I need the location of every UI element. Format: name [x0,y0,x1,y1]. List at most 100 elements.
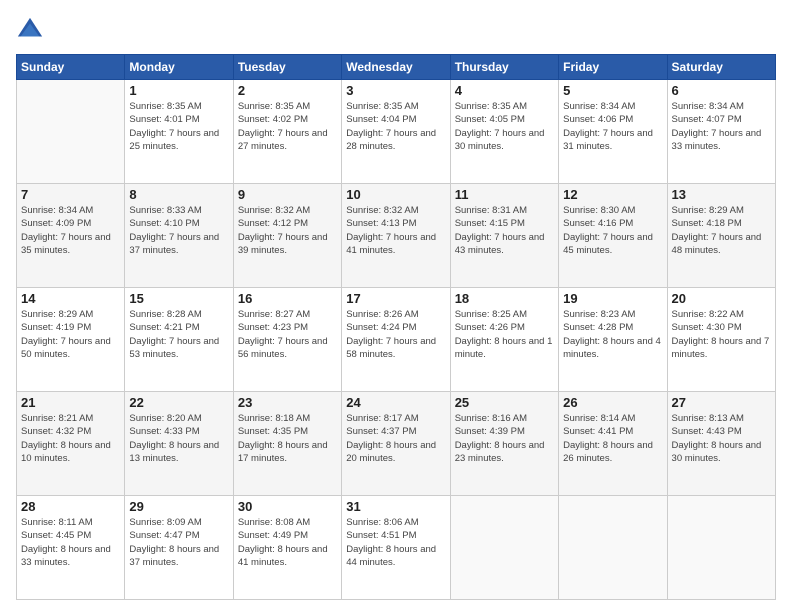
day-number: 11 [455,187,554,202]
calendar-cell: 27 Sunrise: 8:13 AMSunset: 4:43 PMDayligh… [667,392,775,496]
day-info: Sunrise: 8:32 AMSunset: 4:12 PMDaylight:… [238,204,337,257]
day-info: Sunrise: 8:17 AMSunset: 4:37 PMDaylight:… [346,412,445,465]
day-number: 26 [563,395,662,410]
day-number: 2 [238,83,337,98]
calendar-cell: 16Sunrise: 8:27 AMSunset: 4:23 PMDayligh… [233,288,341,392]
day-info: Sunrise: 8:20 AMSunset: 4:33 PMDaylight:… [129,412,228,465]
calendar-week-2: 7 Sunrise: 8:34 AMSunset: 4:09 PMDaylight… [17,184,776,288]
calendar-week-4: 21 Sunrise: 8:21 AMSunset: 4:32 PMDayligh… [17,392,776,496]
calendar-cell: 1 Sunrise: 8:35 AMSunset: 4:01 PMDaylight… [125,80,233,184]
day-number: 10 [346,187,445,202]
calendar-cell: 18 Sunrise: 8:25 AMSunset: 4:26 PMDayligh… [450,288,558,392]
calendar-cell: 23Sunrise: 8:18 AMSunset: 4:35 PMDayligh… [233,392,341,496]
day-info: Sunrise: 8:35 AMSunset: 4:05 PMDaylight:… [455,100,554,153]
calendar-cell: 21 Sunrise: 8:21 AMSunset: 4:32 PMDayligh… [17,392,125,496]
calendar-cell [559,496,667,600]
calendar-cell: 28 Sunrise: 8:11 AMSunset: 4:45 PMDayligh… [17,496,125,600]
day-info: Sunrise: 8:11 AMSunset: 4:45 PMDaylight:… [21,516,120,569]
calendar-cell: 22 Sunrise: 8:20 AMSunset: 4:33 PMDayligh… [125,392,233,496]
page: SundayMondayTuesdayWednesdayThursdayFrid… [0,0,792,612]
calendar-cell: 19 Sunrise: 8:23 AMSunset: 4:28 PMDayligh… [559,288,667,392]
calendar-header-sunday: Sunday [17,55,125,80]
day-info: Sunrise: 8:30 AMSunset: 4:16 PMDaylight:… [563,204,662,257]
day-number: 19 [563,291,662,306]
day-info: Sunrise: 8:13 AMSunset: 4:43 PMDaylight:… [672,412,771,465]
day-number: 25 [455,395,554,410]
calendar-cell: 29 Sunrise: 8:09 AMSunset: 4:47 PMDayligh… [125,496,233,600]
calendar-cell: 3Sunrise: 8:35 AMSunset: 4:04 PMDaylight… [342,80,450,184]
calendar-header-wednesday: Wednesday [342,55,450,80]
calendar-cell: 7 Sunrise: 8:34 AMSunset: 4:09 PMDaylight… [17,184,125,288]
day-number: 30 [238,499,337,514]
calendar-cell: 5Sunrise: 8:34 AMSunset: 4:06 PMDaylight… [559,80,667,184]
day-number: 18 [455,291,554,306]
calendar-header-friday: Friday [559,55,667,80]
day-number: 7 [21,187,120,202]
calendar-week-3: 14 Sunrise: 8:29 AMSunset: 4:19 PMDayligh… [17,288,776,392]
logo-icon [16,16,44,44]
calendar-cell: 25 Sunrise: 8:16 AMSunset: 4:39 PMDayligh… [450,392,558,496]
day-number: 28 [21,499,120,514]
day-info: Sunrise: 8:34 AMSunset: 4:07 PMDaylight:… [672,100,771,153]
day-info: Sunrise: 8:29 AMSunset: 4:19 PMDaylight:… [21,308,120,361]
day-number: 24 [346,395,445,410]
header [16,16,776,44]
calendar-cell [450,496,558,600]
calendar-header-saturday: Saturday [667,55,775,80]
day-info: Sunrise: 8:25 AMSunset: 4:26 PMDaylight:… [455,308,554,361]
day-info: Sunrise: 8:32 AMSunset: 4:13 PMDaylight:… [346,204,445,257]
day-info: Sunrise: 8:06 AMSunset: 4:51 PMDaylight:… [346,516,445,569]
calendar-week-5: 28 Sunrise: 8:11 AMSunset: 4:45 PMDayligh… [17,496,776,600]
day-number: 5 [563,83,662,98]
day-info: Sunrise: 8:09 AMSunset: 4:47 PMDaylight:… [129,516,228,569]
calendar-cell [667,496,775,600]
calendar-cell: 10 Sunrise: 8:32 AMSunset: 4:13 PMDayligh… [342,184,450,288]
calendar-cell: 11 Sunrise: 8:31 AMSunset: 4:15 PMDayligh… [450,184,558,288]
calendar-cell: 12Sunrise: 8:30 AMSunset: 4:16 PMDayligh… [559,184,667,288]
day-info: Sunrise: 8:31 AMSunset: 4:15 PMDaylight:… [455,204,554,257]
day-number: 14 [21,291,120,306]
day-number: 4 [455,83,554,98]
day-number: 9 [238,187,337,202]
calendar-cell: 4 Sunrise: 8:35 AMSunset: 4:05 PMDaylight… [450,80,558,184]
calendar-cell: 15 Sunrise: 8:28 AMSunset: 4:21 PMDayligh… [125,288,233,392]
calendar-cell: 6 Sunrise: 8:34 AMSunset: 4:07 PMDaylight… [667,80,775,184]
day-number: 29 [129,499,228,514]
day-number: 17 [346,291,445,306]
calendar-header-tuesday: Tuesday [233,55,341,80]
day-info: Sunrise: 8:21 AMSunset: 4:32 PMDaylight:… [21,412,120,465]
calendar-week-1: 1 Sunrise: 8:35 AMSunset: 4:01 PMDaylight… [17,80,776,184]
day-info: Sunrise: 8:22 AMSunset: 4:30 PMDaylight:… [672,308,771,361]
day-number: 15 [129,291,228,306]
day-info: Sunrise: 8:26 AMSunset: 4:24 PMDaylight:… [346,308,445,361]
day-number: 6 [672,83,771,98]
calendar-cell: 8Sunrise: 8:33 AMSunset: 4:10 PMDaylight… [125,184,233,288]
day-info: Sunrise: 8:35 AMSunset: 4:02 PMDaylight:… [238,100,337,153]
calendar-cell: 24 Sunrise: 8:17 AMSunset: 4:37 PMDayligh… [342,392,450,496]
calendar-cell: 20 Sunrise: 8:22 AMSunset: 4:30 PMDayligh… [667,288,775,392]
calendar-header-thursday: Thursday [450,55,558,80]
day-number: 21 [21,395,120,410]
day-number: 16 [238,291,337,306]
day-number: 23 [238,395,337,410]
day-info: Sunrise: 8:34 AMSunset: 4:09 PMDaylight:… [21,204,120,257]
day-info: Sunrise: 8:35 AMSunset: 4:01 PMDaylight:… [129,100,228,153]
logo [16,16,46,44]
day-number: 1 [129,83,228,98]
day-info: Sunrise: 8:23 AMSunset: 4:28 PMDaylight:… [563,308,662,361]
day-number: 27 [672,395,771,410]
calendar-header-monday: Monday [125,55,233,80]
calendar-cell: 30Sunrise: 8:08 AMSunset: 4:49 PMDayligh… [233,496,341,600]
day-info: Sunrise: 8:16 AMSunset: 4:39 PMDaylight:… [455,412,554,465]
day-number: 20 [672,291,771,306]
day-info: Sunrise: 8:33 AMSunset: 4:10 PMDaylight:… [129,204,228,257]
calendar-cell: 26Sunrise: 8:14 AMSunset: 4:41 PMDayligh… [559,392,667,496]
calendar-table: SundayMondayTuesdayWednesdayThursdayFrid… [16,54,776,600]
calendar-cell: 2 Sunrise: 8:35 AMSunset: 4:02 PMDaylight… [233,80,341,184]
day-number: 22 [129,395,228,410]
day-info: Sunrise: 8:28 AMSunset: 4:21 PMDaylight:… [129,308,228,361]
calendar-header-row: SundayMondayTuesdayWednesdayThursdayFrid… [17,55,776,80]
calendar-cell: 9 Sunrise: 8:32 AMSunset: 4:12 PMDaylight… [233,184,341,288]
calendar-cell: 31Sunrise: 8:06 AMSunset: 4:51 PMDayligh… [342,496,450,600]
calendar-cell [17,80,125,184]
